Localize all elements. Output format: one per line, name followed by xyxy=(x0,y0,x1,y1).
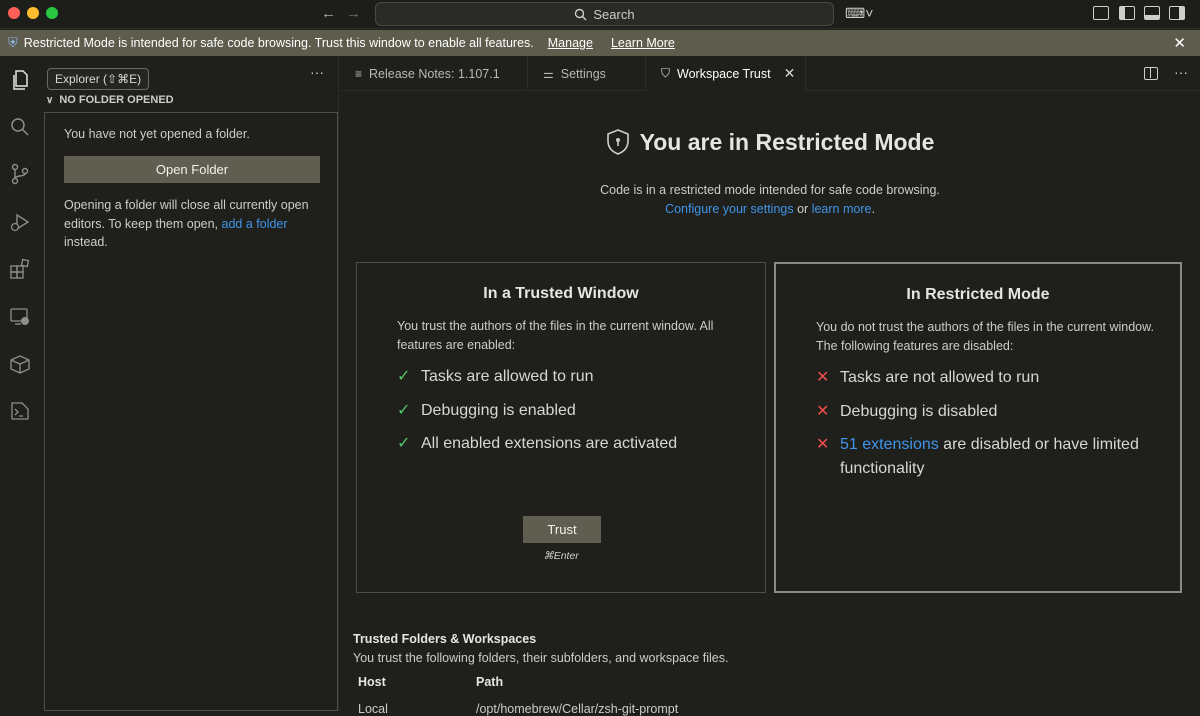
forward-arrow-icon[interactable]: → xyxy=(346,5,361,22)
no-folder-section-header[interactable]: ∨ NO FOLDER OPENED xyxy=(46,94,174,106)
column-header-host: Host xyxy=(358,675,386,689)
trusted-folders-title: Trusted Folders & Workspaces xyxy=(353,632,537,646)
add-folder-link[interactable]: add a folder xyxy=(222,217,288,231)
workspace-trust-editor: You are in Restricted Mode Code is in a … xyxy=(340,92,1200,716)
shield-icon: ⛉ xyxy=(661,66,671,80)
zoom-window-button[interactable] xyxy=(46,7,58,19)
check-icon: ✓ xyxy=(397,368,411,385)
trust-button[interactable]: Trust xyxy=(523,516,601,543)
feature-item: ✓ Tasks are allowed to run xyxy=(397,365,737,389)
explorer-icon[interactable] xyxy=(8,68,32,92)
editor-tabs: ≡ Release Notes: 1.107.1 ⚌ Settings ⛉ Wo… xyxy=(340,56,1200,91)
card-description: You do not trust the authors of the file… xyxy=(816,320,1154,353)
feature-text: Debugging is disabled xyxy=(840,403,998,420)
settings-icon: ⚌ xyxy=(543,66,554,81)
open-folder-note: Opening a folder will close all currentl… xyxy=(64,196,324,252)
page-title: You are in Restricted Mode xyxy=(340,128,1200,156)
toggle-secondary-sidebar-icon[interactable] xyxy=(1169,6,1185,20)
banner-message: Restricted Mode is intended for safe cod… xyxy=(23,36,534,50)
toggle-panel-icon[interactable] xyxy=(1144,6,1160,20)
card-title: In a Trusted Window xyxy=(483,285,639,302)
note-suffix: instead. xyxy=(64,235,108,249)
tab-label: Release Notes: 1.107.1 xyxy=(369,66,500,81)
tab-workspace-trust[interactable]: ⛉ Workspace Trust ✕ xyxy=(646,56,806,91)
release-notes-icon: ≡ xyxy=(355,66,363,81)
no-folder-panel: You have not yet opened a folder. Open F… xyxy=(44,112,338,711)
explorer-tooltip: Explorer (⇧⌘E) xyxy=(47,68,150,90)
activity-bar xyxy=(0,56,40,711)
tab-label: Workspace Trust xyxy=(677,66,771,81)
tab-release-notes[interactable]: ≡ Release Notes: 1.107.1 xyxy=(340,56,528,91)
column-header-path: Path xyxy=(476,675,504,689)
search-icon xyxy=(575,8,587,20)
learn-more-link[interactable]: Learn More xyxy=(611,36,675,50)
containers-icon[interactable] xyxy=(8,352,32,376)
feature-item: ✕ 51 extensions are disabled or have limi… xyxy=(816,433,1156,481)
or-text: or xyxy=(793,201,812,216)
extensions-icon[interactable] xyxy=(8,257,32,281)
source-control-icon[interactable] xyxy=(8,162,32,186)
split-editor-icon[interactable] xyxy=(1144,67,1158,80)
page-subtitle: Code is in a restricted mode intended fo… xyxy=(340,181,1200,218)
trust-shortcut: ⌘Enter xyxy=(543,550,579,562)
restricted-mode-card: In Restricted Mode You do not trust the … xyxy=(774,262,1182,593)
tab-settings[interactable]: ⚌ Settings xyxy=(528,56,646,91)
learn-more-link[interactable]: learn more xyxy=(812,202,872,216)
remote-explorer-icon[interactable] xyxy=(8,305,32,329)
configure-settings-link[interactable]: Configure your settings xyxy=(665,202,794,216)
extensions-link[interactable]: 51 extensions xyxy=(840,436,939,453)
close-icon[interactable]: ✕ xyxy=(1173,34,1186,52)
cross-icon: ✕ xyxy=(816,369,830,386)
terminal-icon[interactable] xyxy=(8,399,32,423)
period-text: . xyxy=(871,201,875,216)
close-icon[interactable]: ✕ xyxy=(784,65,796,82)
feature-item: ✓ Debugging is enabled xyxy=(397,399,737,423)
table-cell-path[interactable]: /opt/homebrew/Cellar/zsh-git-prompt xyxy=(476,702,678,716)
feature-text: Tasks are not allowed to run xyxy=(840,369,1040,386)
copilot-icon[interactable]: ⌨˅ xyxy=(845,5,873,22)
feature-text: Tasks are allowed to run xyxy=(421,368,594,385)
trusted-folders-description: You trust the following folders, their s… xyxy=(353,651,729,665)
more-actions-icon[interactable]: ··· xyxy=(310,64,324,80)
check-icon: ✓ xyxy=(397,435,411,452)
feature-text: Debugging is enabled xyxy=(421,402,576,419)
card-title: In Restricted Mode xyxy=(906,286,1050,303)
tab-label: Settings xyxy=(560,66,606,81)
title-bar: ← → Search ⌨˅ xyxy=(0,0,1200,29)
search-icon[interactable] xyxy=(8,115,32,139)
section-title: NO FOLDER OPENED xyxy=(59,94,174,106)
feature-item: ✕ Debugging is disabled xyxy=(816,400,1156,424)
feature-text: All enabled extensions are activated xyxy=(421,435,678,452)
table-cell-host[interactable]: Local xyxy=(358,702,388,716)
feature-text: 51 extensions are disabled or have limit… xyxy=(840,433,1156,481)
more-actions-icon[interactable]: ··· xyxy=(1174,64,1188,80)
manage-link[interactable]: Manage xyxy=(548,36,593,50)
explorer-sidebar: ··· ∨ NO FOLDER OPENED You have not yet … xyxy=(40,56,339,711)
minimize-window-button[interactable] xyxy=(27,7,39,19)
run-debug-icon[interactable] xyxy=(8,210,32,234)
check-icon: ✓ xyxy=(397,402,411,419)
card-description: You trust the authors of the files in th… xyxy=(397,319,714,352)
chevron-down-icon: ∨ xyxy=(46,94,54,106)
layout-icon[interactable] xyxy=(1093,6,1109,20)
title-text: You are in Restricted Mode xyxy=(639,128,935,155)
feature-item: ✓ All enabled extensions are activated xyxy=(397,432,737,456)
shield-icon xyxy=(606,129,629,155)
cross-icon: ✕ xyxy=(816,436,830,453)
back-arrow-icon[interactable]: ← xyxy=(321,5,336,22)
subtitle-text: Code is in a restricted mode intended fo… xyxy=(600,183,940,197)
shield-icon: ⛨ xyxy=(8,35,18,50)
restricted-mode-banner: ⛨ Restricted Mode is intended for safe c… xyxy=(0,30,1200,56)
command-center-search[interactable]: Search xyxy=(375,2,834,26)
feature-item: ✕ Tasks are not allowed to run xyxy=(816,366,1156,390)
toggle-sidebar-icon[interactable] xyxy=(1119,6,1135,20)
cross-icon: ✕ xyxy=(816,403,830,420)
no-folder-message: You have not yet opened a folder. xyxy=(64,127,250,141)
close-window-button[interactable] xyxy=(8,7,20,19)
open-folder-button[interactable]: Open Folder xyxy=(64,156,320,183)
search-label: Search xyxy=(593,6,635,22)
trusted-window-card: In a Trusted Window You trust the author… xyxy=(356,262,766,593)
